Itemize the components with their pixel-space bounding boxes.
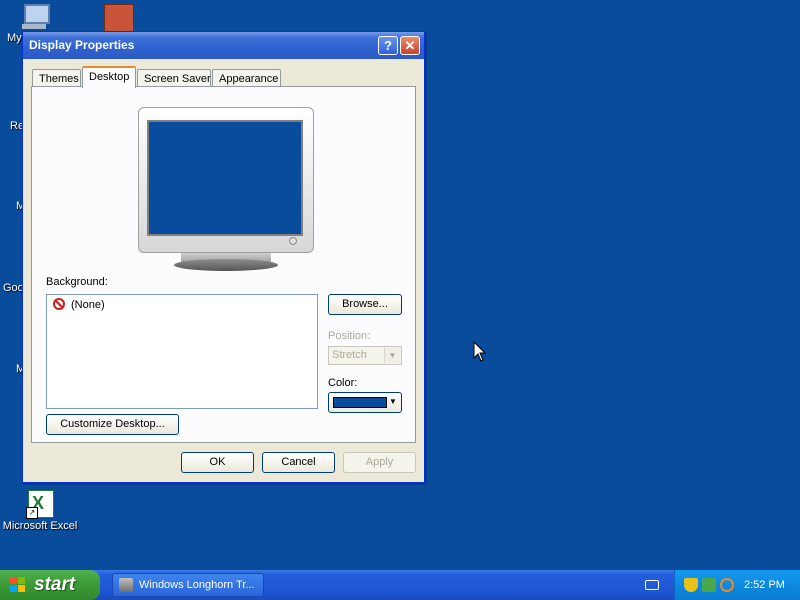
list-item[interactable]: (None) — [53, 298, 105, 312]
monitor-preview — [138, 107, 314, 253]
taskbar: start Windows Longhorn Tr... 2:52 PM — [0, 570, 800, 600]
windows-logo-icon — [10, 577, 27, 593]
none-icon — [53, 298, 65, 310]
excel-icon: X ↗ — [26, 490, 54, 519]
start-label: start — [34, 574, 76, 595]
ok-button[interactable]: OK — [181, 452, 254, 473]
close-button[interactable]: ✕ — [400, 36, 420, 55]
network-icon[interactable] — [702, 578, 716, 592]
taskbar-item[interactable]: Windows Longhorn Tr... — [112, 573, 264, 597]
monitor-stand — [174, 259, 278, 271]
list-item-label: (None) — [71, 299, 105, 311]
keyboard-icon[interactable] — [645, 580, 659, 590]
my-computer-icon — [20, 2, 50, 30]
clock[interactable]: 2:52 PM — [744, 570, 785, 600]
apply-button[interactable]: Apply — [343, 452, 416, 473]
cancel-button[interactable]: Cancel — [262, 452, 335, 473]
mouse-cursor-icon — [473, 340, 487, 366]
desktop-icon-excel[interactable]: X ↗ Microsoft Excel — [2, 490, 78, 532]
customize-desktop-button[interactable]: Customize Desktop... — [46, 414, 179, 435]
shortcut-icon — [104, 4, 134, 32]
desktop-icon-google[interactable]: Goo — [3, 282, 24, 294]
browse-button[interactable]: Browse... — [328, 294, 402, 315]
desktop-icon-label: Microsoft Excel — [2, 520, 78, 532]
tab-appearance[interactable]: Appearance — [212, 69, 281, 87]
chevron-down-icon: ▼ — [384, 348, 400, 363]
tab-desktop[interactable]: Desktop — [82, 66, 136, 88]
tab-themes[interactable]: Themes — [32, 69, 81, 87]
system-tray: 2:52 PM — [674, 570, 800, 600]
color-picker-button[interactable]: ▼ — [328, 392, 402, 413]
display-properties-dialog: Display Properties ? ✕ Themes Desktop Sc… — [22, 31, 425, 483]
excel-shortcut-top[interactable] — [104, 4, 134, 32]
position-value: Stretch — [332, 349, 367, 361]
position-label: Position: — [328, 330, 371, 342]
monitor-screen — [147, 120, 303, 236]
app-icon — [119, 578, 133, 592]
title-bar[interactable]: Display Properties ? ✕ — [23, 32, 424, 59]
color-swatch — [333, 397, 387, 408]
background-listbox[interactable]: (None) — [46, 294, 318, 409]
desktop-tab-panel: Background: (None) Browse... Position: S… — [31, 86, 416, 443]
tab-screen-saver[interactable]: Screen Saver — [137, 69, 211, 87]
dialog-title: Display Properties — [29, 38, 135, 52]
desktop-icon-label: Goo — [3, 282, 24, 294]
search-icon[interactable] — [720, 578, 734, 592]
position-select[interactable]: Stretch ▼ — [328, 346, 402, 365]
help-button[interactable]: ? — [378, 36, 398, 55]
taskbar-item-label: Windows Longhorn Tr... — [139, 579, 255, 591]
chevron-down-icon: ▼ — [389, 397, 397, 406]
start-button[interactable]: start — [0, 570, 100, 600]
monitor-power-icon — [289, 237, 297, 245]
shield-icon[interactable] — [684, 578, 698, 592]
background-label: Background: — [46, 276, 108, 288]
color-label: Color: — [328, 377, 358, 389]
